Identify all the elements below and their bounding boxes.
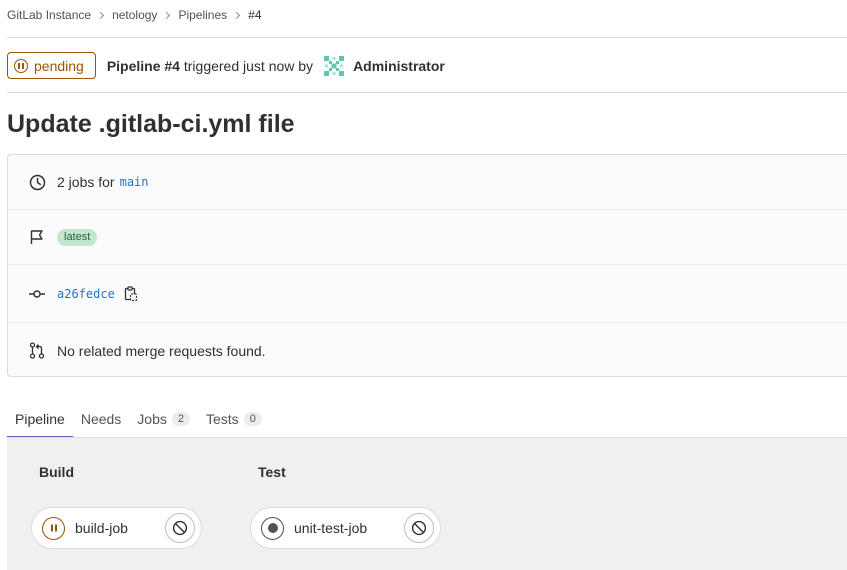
tags-row: latest xyxy=(8,210,847,265)
tests-count-badge: 0 xyxy=(243,412,262,426)
no-merge-requests-text: No related merge requests found. xyxy=(57,342,266,359)
pipeline-header: pending Pipeline #4 triggered just now b… xyxy=(7,52,445,79)
commit-row: a26fedce xyxy=(8,265,847,323)
commit-icon xyxy=(28,285,46,303)
breadcrumb-pipelines[interactable]: Pipelines xyxy=(178,8,227,22)
pipeline-status-badge[interactable]: pending xyxy=(7,52,96,79)
commit-sha-link[interactable]: a26fedce xyxy=(57,287,115,301)
chevron-right-icon xyxy=(97,11,105,19)
job-name: unit-test-job xyxy=(294,520,368,536)
latest-badge: latest xyxy=(57,228,98,246)
branch-link[interactable]: main xyxy=(120,175,149,189)
page-title: Update .gitlab-ci.yml file xyxy=(7,110,295,138)
tab-needs[interactable]: Needs xyxy=(73,400,129,438)
tab-label: Needs xyxy=(80,411,122,427)
tab-label: Tests xyxy=(206,411,239,427)
user-link[interactable]: Administrator xyxy=(353,58,445,74)
user-avatar-icon[interactable] xyxy=(322,54,346,78)
status-pending-icon xyxy=(14,58,28,73)
cancel-job-button[interactable] xyxy=(165,513,195,543)
pipeline-label: Pipeline #4 xyxy=(106,57,180,74)
tab-tests[interactable]: Tests 0 xyxy=(198,400,270,438)
tab-pipeline[interactable]: Pipeline xyxy=(7,400,73,438)
job-name: build-job xyxy=(75,520,128,536)
status-text: pending xyxy=(34,57,84,74)
pipeline-tabs: Pipeline Needs Jobs 2 Tests 0 xyxy=(7,400,847,438)
stage-title-build: Build xyxy=(39,464,74,480)
cancel-icon xyxy=(172,520,188,536)
triggered-text: triggered just now by xyxy=(183,57,314,74)
divider xyxy=(7,37,847,38)
tab-label: Jobs xyxy=(137,411,167,427)
pipeline-summary: Pipeline #4 triggered just now by xyxy=(107,58,313,74)
jobs-count-badge: 2 xyxy=(171,412,190,426)
jobs-row: 2 jobs for main xyxy=(8,155,847,210)
jobs-count-text: 2 jobs for xyxy=(57,174,115,190)
status-pending-icon xyxy=(42,516,65,540)
pipeline-info-panel: 2 jobs for main latest a26fedce No relat… xyxy=(7,154,847,377)
stage-title-test: Test xyxy=(258,464,286,480)
copy-clipboard-icon[interactable] xyxy=(124,285,138,302)
tab-jobs[interactable]: Jobs 2 xyxy=(129,400,198,438)
status-created-icon xyxy=(261,516,284,540)
breadcrumb: GitLab Instance netology Pipelines #4 xyxy=(7,7,262,23)
divider xyxy=(7,92,847,93)
job-build-job[interactable]: build-job xyxy=(31,507,202,549)
clock-icon xyxy=(28,173,46,191)
breadcrumb-project[interactable]: netology xyxy=(112,8,157,22)
cancel-icon xyxy=(411,520,427,536)
tab-label: Pipeline xyxy=(15,411,65,427)
chevron-right-icon xyxy=(233,11,241,19)
pipeline-graph xyxy=(7,438,847,570)
chevron-right-icon xyxy=(163,11,171,19)
breadcrumb-pipeline-id[interactable]: #4 xyxy=(248,8,261,22)
flag-icon xyxy=(28,228,46,246)
merge-request-icon xyxy=(28,342,46,360)
breadcrumb-gitlab-instance[interactable]: GitLab Instance xyxy=(7,8,91,22)
cancel-job-button[interactable] xyxy=(404,513,434,543)
job-unit-test-job[interactable]: unit-test-job xyxy=(250,507,441,549)
merge-requests-row: No related merge requests found. xyxy=(8,323,847,378)
